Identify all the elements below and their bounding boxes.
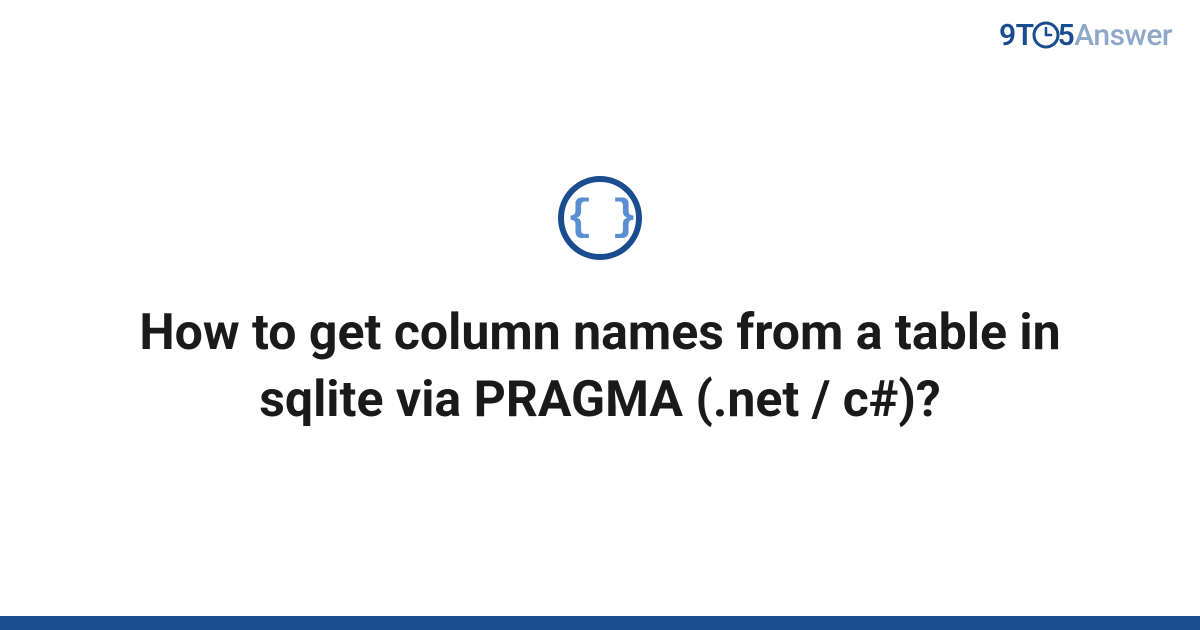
category-badge-wrapper: { }: [558, 176, 642, 260]
code-braces-icon: { }: [566, 196, 633, 240]
main-content: { } How to get column names from a table…: [0, 0, 1200, 630]
question-title: How to get column names from a table in …: [90, 300, 1110, 435]
category-badge: { }: [558, 176, 642, 260]
footer-accent-bar: [0, 616, 1200, 630]
